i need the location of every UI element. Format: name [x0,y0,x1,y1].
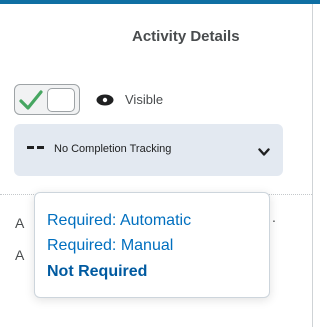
background-row-text: A [15,247,25,263]
eye-icon [96,94,114,106]
chevron-down-icon [258,148,270,156]
menu-item-required-manual[interactable]: Required: Manual [47,237,173,255]
menu-item-required-automatic[interactable]: Required: Automatic [47,212,191,230]
completion-tracking-select[interactable]: No Completion Tracking [14,124,283,176]
background-row-text: A [15,215,25,231]
panel-title: Activity Details [132,28,240,45]
completion-dropdown-menu: Required: Automatic Required: Manual Not… [34,192,270,298]
visible-label: Visible [125,92,164,107]
checkmark-icon [19,90,43,110]
visibility-row: Visible [14,84,214,116]
dash-icon [27,146,44,149]
menu-item-not-required[interactable]: Not Required [47,263,147,281]
background-row-trailing: . [272,209,276,225]
toggle-knob [47,88,75,112]
visibility-toggle[interactable] [14,84,80,115]
completion-select-label: No Completion Tracking [54,143,172,155]
